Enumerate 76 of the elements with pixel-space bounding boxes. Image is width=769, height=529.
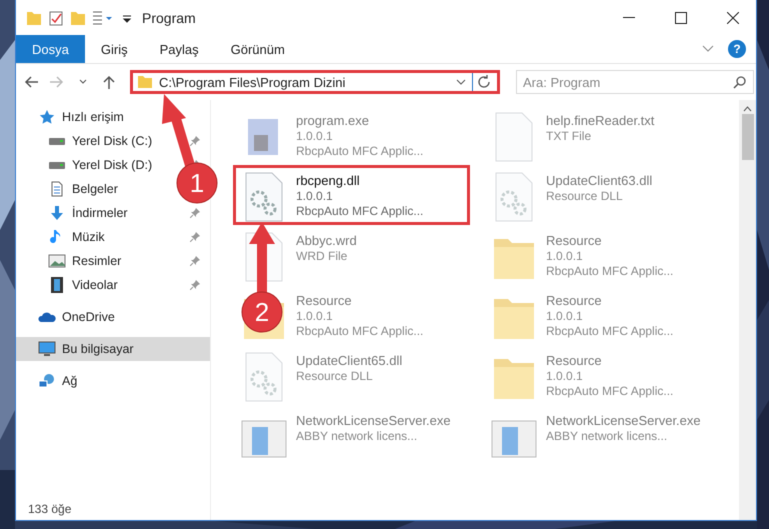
file-name[interactable]: Resource (296, 293, 352, 308)
file-item[interactable]: rbcpeng.dll 1.0.0.1 RbcpAuto MFC Applic... (233, 165, 470, 225)
maximize-icon (675, 12, 687, 24)
window-title: Program (142, 10, 197, 26)
file-name[interactable]: Resource (546, 353, 602, 368)
sidebar-item[interactable]: Yerel Disk (C:) (48, 134, 152, 148)
star-icon (38, 109, 56, 125)
close-icon (727, 12, 739, 24)
file-detail: RbcpAuto MFC Applic... (546, 324, 674, 338)
forward-arrow-icon (50, 76, 64, 88)
ribbon-tab[interactable]: Dosya (16, 35, 85, 63)
file-detail: 1.0.0.1 (296, 309, 333, 323)
folder-icon (137, 75, 153, 89)
back-arrow-icon (24, 76, 38, 88)
ribbon-tab[interactable]: Giriş (84, 35, 144, 63)
file-name[interactable]: Resource (546, 233, 602, 248)
file-detail: ABBY network licens... (546, 429, 668, 443)
properties-icon[interactable] (48, 10, 64, 26)
file-detail: RbcpAuto MFC Applic... (296, 144, 424, 158)
file-name[interactable]: UpdateClient63.dll (546, 173, 652, 188)
scrollbar[interactable] (739, 100, 756, 520)
file-detail: 1.0.0.1 (296, 189, 333, 203)
file-detail: RbcpAuto MFC Applic... (546, 384, 674, 398)
file-detail: RbcpAuto MFC Applic... (296, 324, 424, 338)
ribbon-tab[interactable]: Paylaş (144, 35, 215, 63)
file-name[interactable]: program.exe (296, 113, 369, 128)
sidebar-item[interactable]: Müzik (48, 229, 105, 245)
sidebar-item[interactable]: İndirmeler (48, 205, 128, 221)
sidebar-item[interactable]: Bu bilgisayar (16, 337, 210, 361)
file-detail: RbcpAuto MFC Applic... (296, 204, 424, 218)
file-name[interactable]: UpdateClient65.dll (296, 353, 402, 368)
file-name[interactable]: Abbyc.wrd (296, 233, 357, 248)
sidebar-item[interactable]: OneDrive (38, 309, 115, 325)
picture-icon (48, 253, 66, 269)
scroll-up-icon (743, 106, 752, 112)
sidebar-item[interactable]: Yerel Disk (D:) (48, 158, 152, 172)
sidebar-item[interactable]: Videolar (48, 277, 118, 293)
file-name[interactable]: help.fineReader.txt (546, 113, 654, 128)
file-detail: 1.0.0.1 (546, 309, 583, 323)
file-name[interactable]: NetworkLicenseServer.exe (296, 413, 451, 428)
up-arrow-icon (103, 75, 115, 89)
step-badge: 1 (176, 162, 218, 204)
file-detail: ABBY network licens... (296, 429, 418, 443)
help-button[interactable]: ? (728, 40, 746, 58)
file-name[interactable]: Resource (546, 293, 602, 308)
film-icon (48, 277, 66, 293)
file-detail: 1.0.0.1 (546, 249, 583, 263)
step-badge: 2 (242, 292, 282, 332)
sidebar-item[interactable]: Ağ (38, 373, 78, 389)
scrollbar-thumb[interactable] (742, 114, 754, 160)
sidebar-item[interactable]: Hızlı erişim (38, 109, 124, 125)
file-detail: 1.0.0.1 (296, 129, 333, 143)
minimize-icon (623, 16, 635, 18)
caret-icon (79, 79, 87, 85)
sidebar-item[interactable]: Resimler (48, 253, 122, 269)
ribbon-tab[interactable]: Görünüm (214, 35, 301, 63)
file-detail: RbcpAuto MFC Applic... (546, 264, 674, 278)
sidebar-item[interactable]: Belgeler (48, 181, 118, 197)
monitor-icon (38, 341, 56, 357)
file-detail: TXT File (546, 129, 592, 143)
item-count: 133 öğe (28, 502, 72, 516)
file-detail: Resource DLL (296, 369, 373, 383)
file-detail: Resource DLL (546, 189, 623, 203)
chevron-down-icon[interactable] (456, 79, 466, 85)
file-name: rbcpeng.dll (296, 173, 360, 188)
search-icon[interactable] (733, 76, 746, 89)
search-field[interactable]: Ara: Program (516, 70, 754, 94)
drive-icon (48, 162, 66, 168)
chevron-down-icon[interactable] (702, 45, 714, 53)
file-detail: 1.0.0.1 (546, 369, 583, 383)
download-icon (48, 205, 66, 221)
drive-icon (48, 138, 66, 144)
network-icon (38, 373, 56, 389)
file-detail: WRD File (296, 249, 348, 263)
file-name[interactable]: NetworkLicenseServer.exe (546, 413, 701, 428)
address-field[interactable]: C:\Program Files\Program Dizini (130, 70, 500, 94)
